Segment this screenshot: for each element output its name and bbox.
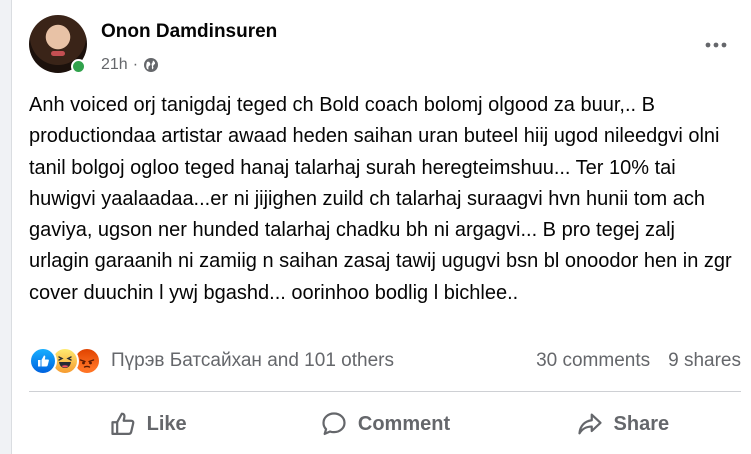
reactions-bar: Пүрэв Батсайхан and 101 others 30 commen… (29, 344, 741, 378)
reaction-icons[interactable] (29, 347, 101, 375)
share-label: Share (613, 412, 670, 435)
post-text: Anh voiced orj tanigdaj teged ch Bold co… (29, 94, 732, 304)
author-avatar[interactable] (29, 15, 87, 74)
post-meta: 21h · (101, 54, 159, 76)
divider (29, 391, 741, 392)
share-button[interactable]: Share (504, 398, 741, 450)
comment-label: Comment (357, 412, 451, 435)
globe-icon[interactable] (143, 57, 159, 73)
post-header: Onon Damdinsuren 21h · (12, 0, 751, 90)
share-icon (577, 413, 602, 435)
post-actions: Like Comment Share (29, 398, 741, 450)
more-options-icon (705, 42, 727, 48)
comment-icon (322, 412, 346, 436)
post-card: Onon Damdinsuren 21h · Anh voiced orj ta… (11, 0, 751, 454)
shares-count[interactable]: 9 shares (668, 350, 741, 372)
like-label: Like (146, 412, 187, 435)
post-time[interactable]: 21h (101, 56, 128, 74)
comments-count[interactable]: 30 comments (536, 350, 650, 372)
comment-button[interactable]: Comment (266, 398, 503, 450)
engagement-counts: 30 comments 9 shares (536, 350, 741, 372)
like-reaction-icon[interactable] (29, 347, 57, 375)
author-name[interactable]: Onon Damdinsuren (101, 21, 277, 43)
more-options-button[interactable] (701, 30, 731, 60)
meta-separator: · (132, 56, 139, 73)
online-status-icon (71, 59, 86, 74)
like-button[interactable]: Like (29, 398, 266, 450)
like-icon (111, 412, 134, 436)
reactors-summary[interactable]: Пүрэв Батсайхан and 101 others (111, 350, 394, 372)
